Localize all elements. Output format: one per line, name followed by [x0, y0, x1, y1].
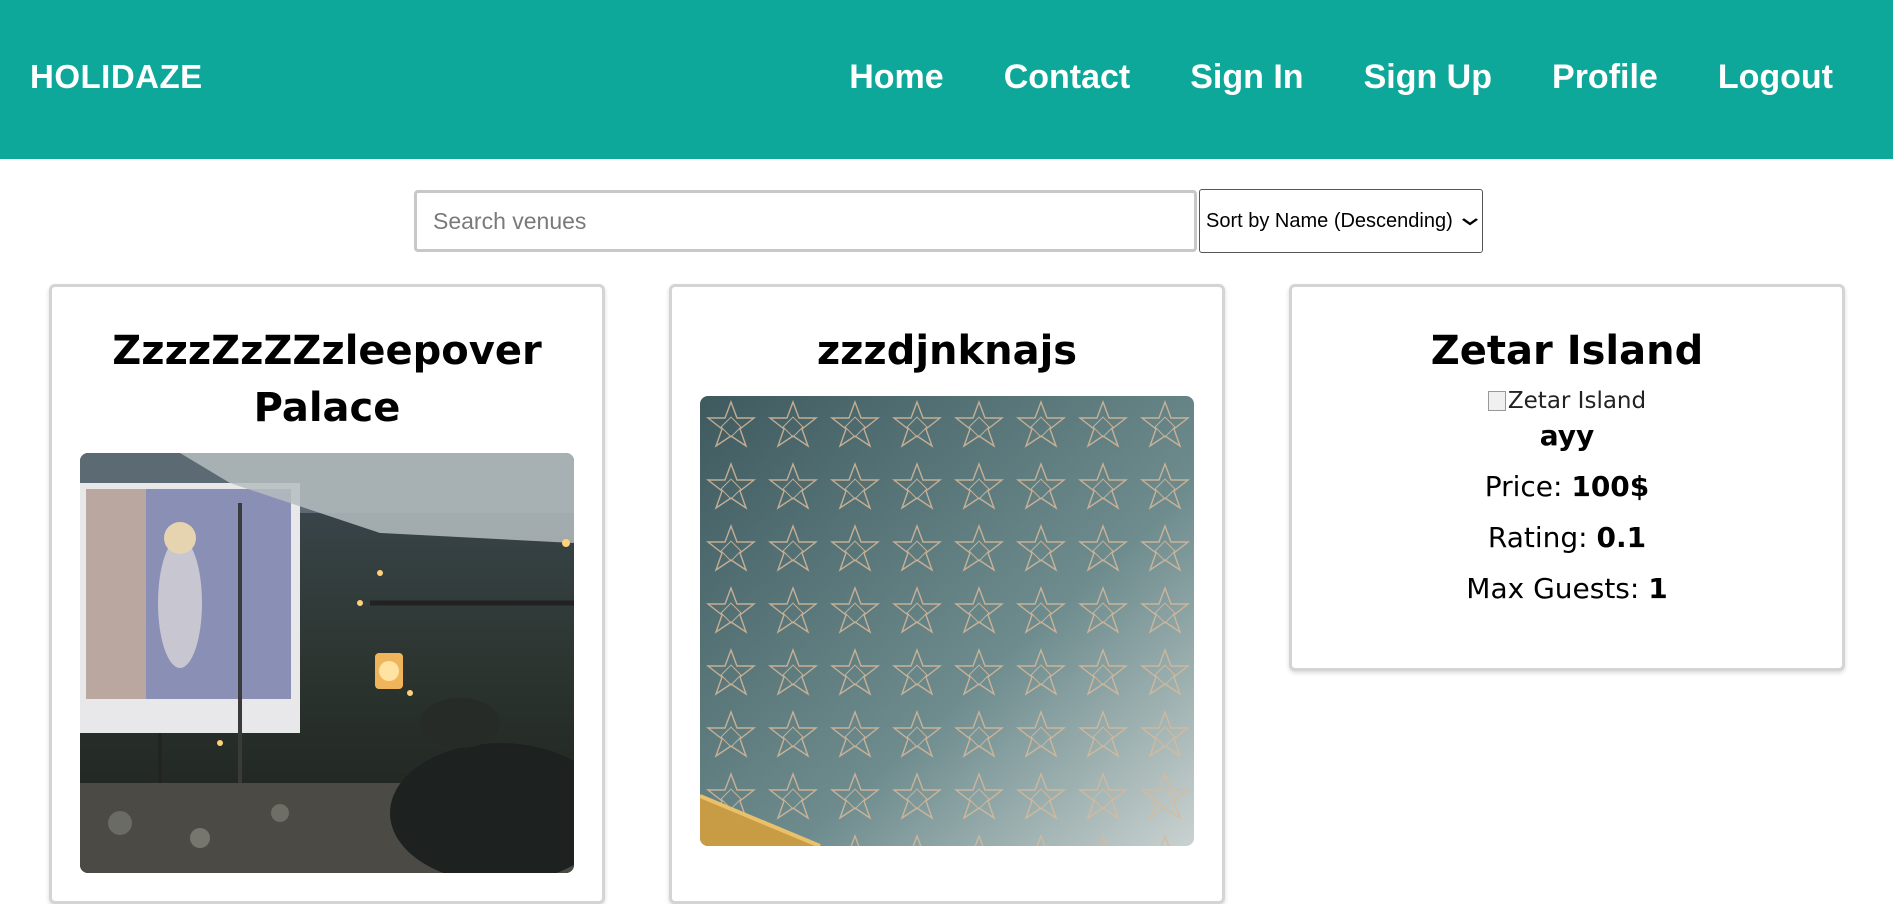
nav-profile-link[interactable]: Profile	[1552, 58, 1658, 97]
venue-card[interactable]: Zetar Island Zetar Island ayy Price: 100…	[1289, 284, 1845, 671]
guests-label: Max Guests:	[1466, 572, 1649, 605]
venue-rating: Rating: 0.1	[1292, 521, 1842, 554]
rating-value: 0.1	[1596, 521, 1647, 554]
venue-title: ZzzzZzZZzleepover Palace	[112, 328, 542, 431]
nav-sign-up-link[interactable]: Sign Up	[1364, 58, 1492, 97]
sort-select[interactable]: Sort by Name (Descending)	[1199, 189, 1483, 253]
nav-logout-link[interactable]: Logout	[1718, 58, 1833, 97]
search-input[interactable]	[414, 190, 1197, 252]
chevron-down-icon	[1462, 213, 1479, 229]
venue-price: Price: 100$	[1292, 470, 1842, 503]
brand-logo[interactable]: HOLIDAZE	[30, 58, 203, 96]
venue-image[interactable]	[80, 453, 574, 873]
navbar: HOLIDAZE Home Contact Sign In Sign Up Pr…	[0, 0, 1893, 159]
sort-selected-value: Sort by Name (Descending)	[1206, 209, 1453, 232]
nav-links: Home Contact Sign In Sign Up Profile Log…	[789, 58, 1833, 97]
venue-title: Zetar Island	[1430, 328, 1704, 374]
guests-value: 1	[1648, 572, 1668, 605]
search-sort-row: Sort by Name (Descending)	[414, 189, 1483, 253]
wallpaper-photo	[700, 396, 1194, 846]
venue-title: zzzdjnknajs	[816, 328, 1078, 374]
nav-sign-in-link[interactable]: Sign In	[1190, 58, 1303, 97]
campsite-photo	[80, 453, 574, 873]
price-label: Price:	[1484, 470, 1572, 503]
nav-home-link[interactable]: Home	[849, 58, 943, 97]
venue-image-broken: Zetar Island	[1487, 388, 1647, 414]
nav-contact-link[interactable]: Contact	[1004, 58, 1131, 97]
venue-card[interactable]: ZzzzZzZZzleepover Palace	[49, 284, 605, 904]
venue-max-guests: Max Guests: 1	[1292, 572, 1842, 605]
venue-image-alt: Zetar Island	[1507, 388, 1647, 414]
rating-label: Rating:	[1487, 521, 1597, 554]
venue-card[interactable]: zzzdjnknajs	[669, 284, 1225, 904]
venue-image[interactable]	[700, 396, 1194, 846]
broken-image-icon	[1487, 391, 1506, 411]
venue-description: ayy	[1539, 419, 1595, 452]
price-value: 100$	[1571, 470, 1650, 503]
